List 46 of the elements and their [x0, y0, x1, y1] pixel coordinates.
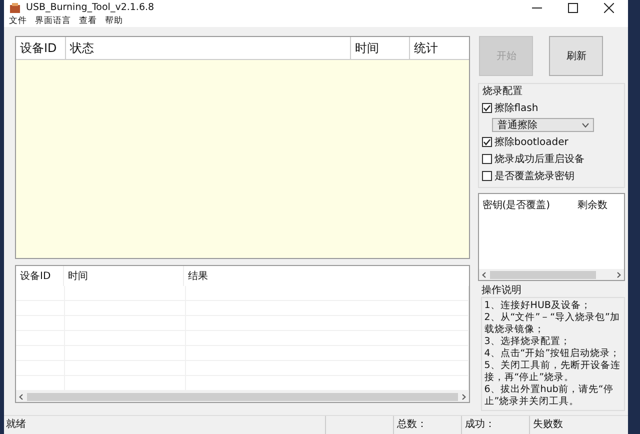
- instruction-text: 1、连接好HUB及设备；: [484, 300, 592, 312]
- checkbox-icon[interactable]: [482, 137, 492, 147]
- maximize-icon[interactable]: [568, 2, 578, 12]
- scroll-right-icon[interactable]: [462, 394, 466, 400]
- erase-mode-dropdown[interactable]: 普通擦除: [492, 118, 594, 132]
- status-text: 失败数: [532, 418, 564, 432]
- instruction-text: 4、点击“开始”按钮启动烧录；: [484, 348, 622, 360]
- instruction-text: 2、从“文件”－“导入烧录包”加载烧录镜像；: [484, 312, 621, 336]
- checkbox-icon[interactable]: [482, 154, 492, 164]
- checkbox-option[interactable]: 烧录成功后重启设备: [482, 152, 621, 166]
- menu-item[interactable]: 文件: [9, 15, 27, 27]
- checkbox-option[interactable]: 擦除bootloader: [482, 135, 621, 149]
- scroll-left-icon[interactable]: [19, 394, 23, 400]
- caret-icon: [582, 122, 590, 128]
- column-header[interactable]: 结果: [184, 266, 470, 286]
- checkbox-icon[interactable]: [482, 103, 492, 113]
- app-icon: [9, 2, 21, 14]
- column-header[interactable]: 设备ID: [16, 37, 66, 59]
- checkbox-option[interactable]: 擦除flash: [482, 101, 621, 115]
- menu-item[interactable]: 界面语言: [35, 15, 71, 27]
- scrollbar[interactable]: [16, 391, 470, 402]
- menu-item[interactable]: 帮助: [105, 15, 123, 27]
- instruction-text: 3、选择烧录配置；: [484, 336, 572, 348]
- column-header[interactable]: 密钥(是否覆盖): [482, 198, 578, 265]
- column-header[interactable]: 时间: [64, 266, 184, 286]
- window-title: USB_Burning_Tool_v2.1.6.8: [26, 2, 154, 13]
- instruction-text: 6、拔出外置hub前，请先“停止”烧录并关闭工具。: [484, 384, 614, 408]
- instruction-text: 5、关闭工具前，先断开设备连接，再“停止”烧录。: [484, 360, 622, 384]
- column-header[interactable]: 时间: [351, 37, 410, 59]
- group-title: 操作说明: [481, 284, 522, 297]
- column-header[interactable]: 剩余数: [577, 198, 608, 265]
- menu-item[interactable]: 查看: [79, 15, 97, 27]
- checkbox-option[interactable]: 是否覆盖烧录密钥: [482, 169, 621, 183]
- column-header[interactable]: 状态: [66, 37, 351, 59]
- action-button[interactable]: 刷新: [549, 36, 604, 76]
- status-text: 成功：: [462, 416, 530, 434]
- status-text: 就绪: [4, 416, 326, 434]
- checkbox-icon[interactable]: [482, 171, 492, 181]
- group-title: 烧录配置: [482, 84, 524, 98]
- scrollbar[interactable]: [479, 269, 624, 280]
- close-icon[interactable]: [604, 2, 614, 12]
- status-text: 总数：: [394, 416, 462, 434]
- column-header[interactable]: 设备ID: [16, 266, 64, 286]
- scroll-right-icon[interactable]: [617, 272, 621, 278]
- column-header[interactable]: 统计: [410, 37, 470, 59]
- scroll-left-icon[interactable]: [482, 272, 486, 278]
